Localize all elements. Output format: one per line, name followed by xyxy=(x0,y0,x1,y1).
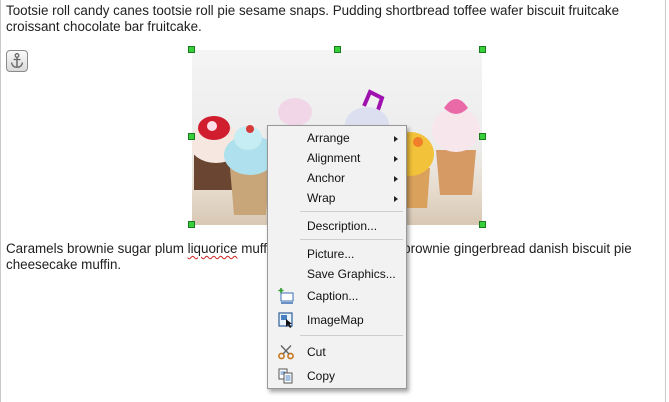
anchor-icon[interactable] xyxy=(6,50,28,72)
menu-item-label: Arrange xyxy=(307,131,350,145)
imagemap-icon xyxy=(278,312,294,328)
resize-handle-top-right[interactable] xyxy=(479,46,486,53)
copy-icon xyxy=(278,368,294,384)
context-menu: Arrange Alignment Anchor Wrap Descriptio… xyxy=(267,125,407,389)
menu-item-label: Save Graphics... xyxy=(307,267,396,281)
caption-icon xyxy=(278,288,294,304)
resize-handle-left[interactable] xyxy=(188,133,195,140)
menu-item-picture[interactable]: Picture... xyxy=(269,244,405,264)
menu-item-label: Wrap xyxy=(307,191,336,205)
submenu-arrow-icon xyxy=(394,156,398,162)
menu-item-imagemap[interactable]: ImageMap xyxy=(269,310,405,330)
menu-item-copy[interactable]: Copy xyxy=(269,366,405,386)
submenu-arrow-icon xyxy=(394,176,398,182)
resize-handle-bottom-right[interactable] xyxy=(479,221,486,228)
resize-handle-right[interactable] xyxy=(479,133,486,140)
menu-separator xyxy=(300,335,403,336)
menu-item-label: Anchor xyxy=(307,171,346,185)
resize-handle-top[interactable] xyxy=(334,46,341,53)
menu-item-label: Picture... xyxy=(307,247,355,261)
menu-separator xyxy=(300,239,403,240)
menu-item-label: ImageMap xyxy=(307,313,364,327)
paragraph-2-start: Caramels brownie sugar plum xyxy=(6,241,188,256)
paragraph-1[interactable]: Tootsie roll candy canes tootsie roll pi… xyxy=(6,3,662,35)
menu-item-description[interactable]: Description... xyxy=(269,216,405,236)
menu-item-label: Cut xyxy=(307,345,326,359)
misspelled-word[interactable]: liquorice xyxy=(188,241,238,256)
resize-handle-bottom-left[interactable] xyxy=(188,221,195,228)
menu-item-wrap[interactable]: Wrap xyxy=(269,188,405,208)
menu-item-anchor[interactable]: Anchor xyxy=(269,168,405,188)
menu-item-arrange[interactable]: Arrange xyxy=(269,128,405,148)
submenu-arrow-icon xyxy=(394,136,398,142)
scissors-icon xyxy=(278,344,294,360)
menu-item-label: Alignment xyxy=(307,151,361,165)
menu-item-caption[interactable]: Caption... xyxy=(269,286,405,306)
resize-handle-top-left[interactable] xyxy=(188,46,195,53)
menu-item-label: Description... xyxy=(307,219,378,233)
menu-item-label: Copy xyxy=(307,369,336,383)
menu-separator xyxy=(300,211,403,212)
submenu-arrow-icon xyxy=(394,196,398,202)
menu-item-cut[interactable]: Cut xyxy=(269,342,405,362)
menu-item-label: Caption... xyxy=(307,289,359,303)
menu-item-alignment[interactable]: Alignment xyxy=(269,148,405,168)
menu-item-save-graphics[interactable]: Save Graphics... xyxy=(269,264,405,284)
